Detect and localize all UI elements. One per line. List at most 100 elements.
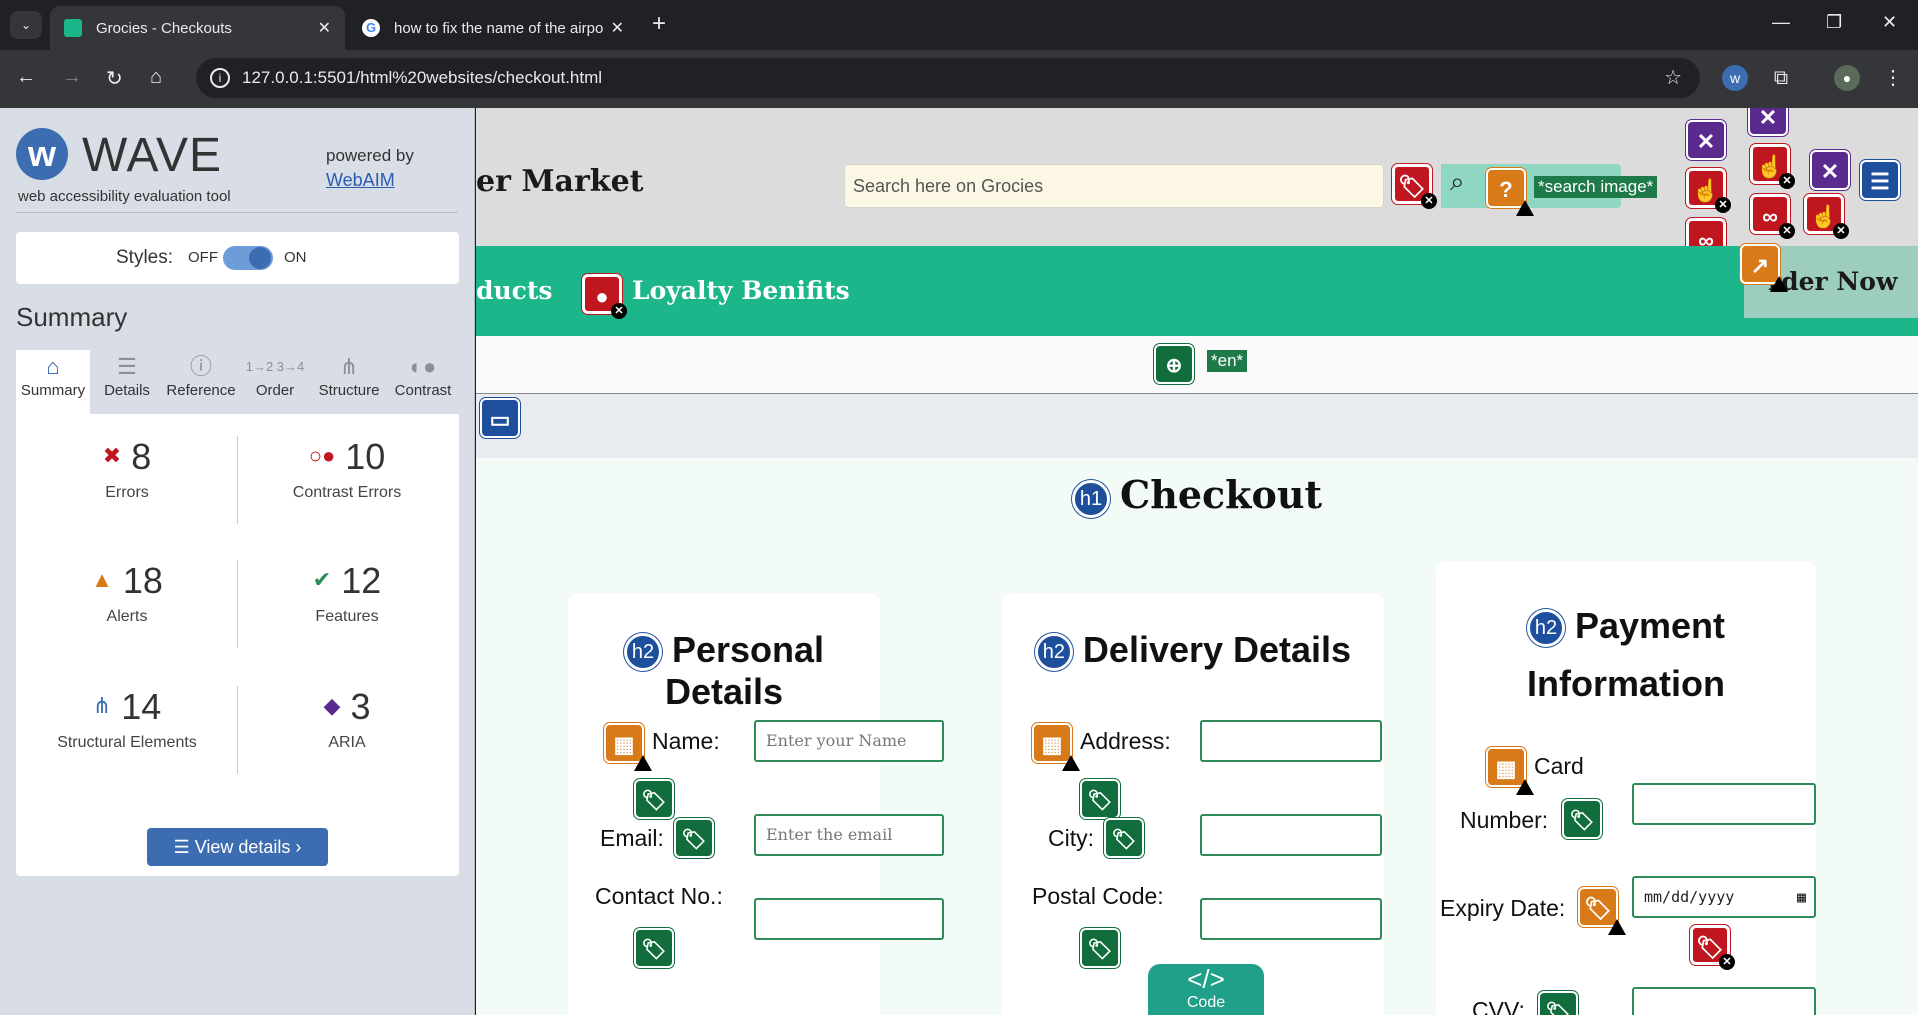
main-content-icon[interactable]: ▭ — [480, 398, 520, 438]
wave-extension-icon[interactable]: w — [1722, 65, 1748, 91]
label-feature-icon[interactable]: 🏷 — [1080, 928, 1120, 968]
empty-link-error-icon[interactable]: ☝ ✕ — [1686, 168, 1731, 213]
contrast-count: 10 — [345, 436, 386, 477]
nav-products[interactable]: ducts — [476, 276, 553, 305]
bookmark-star-icon[interactable]: ☆ — [1664, 58, 1682, 98]
table-alert-icon[interactable]: ▦ — [1486, 747, 1534, 795]
errors-count: 8 — [131, 436, 152, 477]
close-icon[interactable]: ✕ — [318, 18, 331, 38]
address-bar[interactable]: i 127.0.0.1:5501/html%20websites/checkou… — [196, 58, 1700, 98]
tab-summary[interactable]: ⌂ Summary — [16, 350, 90, 414]
list-icon: ☰ — [173, 837, 195, 857]
close-window-icon[interactable]: ✕ — [1882, 12, 1897, 33]
tab-structure[interactable]: ⋔ Structure — [312, 350, 386, 414]
contrast-error-icon[interactable]: ● ✕ — [582, 274, 627, 319]
cvv-input[interactable] — [1632, 987, 1816, 1015]
delivery-details-heading: h2 Delivery Details — [1002, 629, 1384, 672]
search-input[interactable]: Search here on Grocies — [844, 164, 1384, 208]
styles-toggle[interactable] — [223, 246, 273, 270]
label-feature-icon[interactable]: 🏷 — [1538, 991, 1578, 1015]
card-number-input[interactable] — [1632, 783, 1816, 825]
site-favicon-icon — [64, 19, 82, 37]
name-input[interactable]: Enter your Name — [754, 720, 944, 762]
h2-icon: h2 — [1526, 609, 1565, 648]
aria-icon[interactable]: ✕ — [1686, 120, 1726, 160]
address-input[interactable] — [1200, 720, 1382, 762]
heading-text: Delivery Details — [1082, 629, 1352, 670]
profile-avatar[interactable]: ● — [1834, 65, 1860, 91]
tab-order[interactable]: 1→2 3→4 Order — [238, 350, 312, 414]
menu-kebab-icon[interactable]: ⋮ — [1880, 65, 1906, 91]
wave-logo-icon: w — [16, 128, 68, 180]
wave-tab-bar: ⌂ Summary ☰ Details ⓘ Reference 1→2 3→4 … — [16, 350, 459, 414]
webaim-link[interactable]: WebAIM — [326, 170, 395, 191]
extensions-puzzle-icon[interactable]: ⧉ — [1768, 65, 1794, 91]
tab-contrast[interactable]: ◐● Contrast — [386, 350, 460, 414]
aria-icon[interactable]: ✕ — [1810, 150, 1850, 190]
tab-google-search[interactable]: G how to fix the name of the airpo ✕ — [348, 6, 638, 50]
table-alert-icon[interactable]: ▦ — [1032, 723, 1080, 771]
contrast-errors-stat[interactable]: ○● 10 Contrast Errors — [247, 436, 447, 502]
summary-heading: Summary — [16, 302, 128, 332]
tab-details[interactable]: ☰ Details — [90, 350, 164, 414]
alerts-stat[interactable]: ▲ 18 Alerts — [27, 560, 227, 626]
close-icon[interactable]: ✕ — [611, 18, 624, 38]
missing-label-error-icon[interactable]: 🏷 ✕ — [1690, 925, 1735, 970]
site-info-icon[interactable]: i — [210, 68, 230, 88]
new-tab-icon[interactable]: + — [652, 10, 666, 38]
navigation-structure-icon[interactable]: ☰ — [1860, 160, 1900, 200]
errors-stat[interactable]: ✖ 8 Errors — [27, 436, 227, 502]
address-label: Address: — [1080, 728, 1171, 754]
label-feature-icon[interactable]: 🏷 — [1080, 779, 1120, 819]
missing-label-error-icon[interactable]: 🏷 ✕ — [1392, 164, 1437, 209]
broken-link-error-icon[interactable]: ∞✕ — [1750, 194, 1795, 239]
tab-reference[interactable]: ⓘ Reference — [164, 350, 238, 414]
redundant-link-alert-icon[interactable]: ↗ — [1740, 244, 1788, 292]
language-icon[interactable]: ⊕ — [1154, 344, 1194, 384]
features-stat[interactable]: ✔ 12 Features — [247, 560, 447, 626]
payment-info-card: h2 Payment Information ▦ Card Number: 🏷 Ex… — [1436, 561, 1816, 1015]
label-feature-icon[interactable]: 🏷 — [674, 818, 714, 858]
tab-search-button[interactable]: ⌄ — [10, 11, 42, 39]
structure-icon: ⋔ — [92, 693, 112, 718]
city-input[interactable] — [1200, 814, 1382, 856]
minimize-icon[interactable]: — — [1772, 12, 1790, 33]
forward-icon[interactable]: → — [62, 66, 82, 89]
label-feature-icon[interactable]: 🏷 — [1104, 818, 1144, 858]
divider — [237, 686, 238, 774]
expiry-date-input[interactable]: mm/dd/yyyy ▦ — [1632, 876, 1816, 918]
personal-details-heading: h2 Personal Details — [568, 629, 880, 713]
aria-icon[interactable]: ✕ — [1748, 108, 1788, 136]
site-brand[interactable]: er Market — [476, 164, 644, 199]
label-feature-icon[interactable]: 🏷 — [1562, 799, 1602, 839]
email-input[interactable]: Enter the email — [754, 814, 944, 856]
contact-input[interactable] — [754, 898, 944, 940]
calendar-icon[interactable]: ▦ — [1797, 878, 1806, 916]
restore-icon[interactable]: ❐ — [1826, 12, 1842, 33]
reload-icon[interactable]: ↻ — [106, 66, 123, 91]
nav-loyalty-benefits[interactable]: Loyalty Benifits — [632, 276, 850, 305]
label-feature-icon[interactable]: 🏷 — [634, 928, 674, 968]
label-feature-icon[interactable]: 🏷 — [634, 779, 674, 819]
home-icon[interactable]: ⌂ — [150, 66, 162, 89]
view-details-button[interactable]: ☰ View details › — [147, 828, 328, 866]
structure-stat[interactable]: ⋔ 14 Structural Elements — [27, 686, 227, 752]
divider — [237, 560, 238, 648]
postal-code-input[interactable] — [1200, 898, 1382, 940]
contrast-label: Contrast Errors — [292, 484, 402, 501]
powered-by: powered by — [326, 146, 414, 165]
label-alert-icon[interactable]: 🏷 — [1578, 887, 1626, 935]
site-header: er Market Search here on Grocies 🏷 ✕ ⌕ ? … — [476, 108, 1918, 263]
payment-info-heading: h2 Payment Information — [1436, 597, 1816, 713]
code-toggle-button[interactable]: </> Code — [1148, 964, 1264, 1015]
tab-label: Contrast — [394, 382, 452, 399]
table-alert-icon[interactable]: ▦ — [604, 723, 652, 771]
suspicious-alt-alert-icon[interactable]: ? — [1486, 168, 1534, 216]
contrast-icon: ◐● — [409, 354, 437, 379]
features-label: Features — [315, 608, 379, 625]
aria-stat[interactable]: ◆ 3 ARIA — [247, 686, 447, 752]
back-icon[interactable]: ← — [16, 66, 36, 89]
empty-link-error-icon[interactable]: ☝ ✕ — [1804, 194, 1849, 239]
tab-grocies-checkouts[interactable]: Grocies - Checkouts ✕ — [50, 6, 345, 50]
empty-link-error-icon[interactable]: ☝ ✕ — [1750, 144, 1795, 189]
